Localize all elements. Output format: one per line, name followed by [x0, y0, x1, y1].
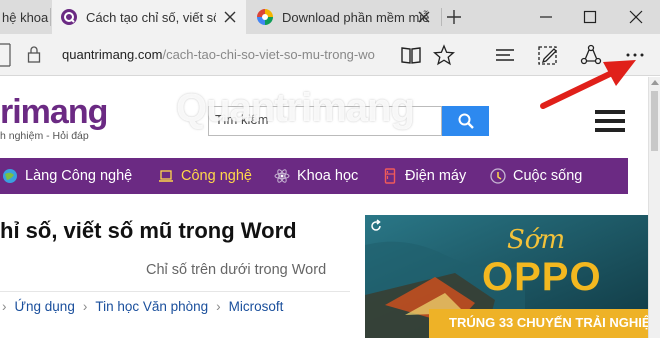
- new-tab-icon[interactable]: [446, 9, 462, 25]
- nav-label: Khoa học: [297, 168, 359, 184]
- browser-window: hệ khoa Cách tạo chỉ số, viết số Downloa…: [0, 0, 660, 338]
- download-site-favicon-icon: [257, 9, 273, 25]
- nav-item-khoa-hoc[interactable]: Khoa học: [274, 158, 358, 194]
- close-icon[interactable]: [416, 9, 432, 25]
- breadcrumb-link[interactable]: Tin học Văn phòng: [95, 299, 208, 314]
- tab-label: Download phần mềm miễ: [282, 9, 430, 25]
- ad-refresh-icon[interactable]: [369, 219, 383, 233]
- globe-icon: [3, 169, 17, 183]
- search-icon: [458, 113, 474, 129]
- nav-item-cong-nghe[interactable]: Công nghệ: [158, 158, 252, 194]
- tab-label: Cách tạo chỉ số, viết số: [86, 9, 216, 25]
- site-tagline: h nghiệm - Hỏi đáp: [0, 130, 89, 142]
- menu-hamburger-icon[interactable]: [595, 110, 625, 132]
- category-nav: Làng Công nghệ Công nghệ Khoa học Điện m…: [0, 158, 628, 194]
- article-subtitle: Chỉ số trên dưới trong Word: [146, 262, 327, 278]
- close-icon[interactable]: [222, 9, 238, 25]
- nav-label: Cuộc sống: [513, 168, 583, 184]
- ad-strip-text: TRÚNG 33 CHUYẾN TRẢI NGHIỆM: [449, 315, 648, 330]
- laptop-icon: [159, 170, 173, 182]
- fridge-icon: [384, 168, 396, 184]
- ad-script-text: Sớm: [507, 225, 566, 255]
- tab-bar: hệ khoa Cách tạo chỉ số, viết số Downloa…: [0, 0, 660, 34]
- nav-label: Làng Công nghệ: [25, 168, 133, 184]
- nav-item-lang-cong-nghe[interactable]: Làng Công nghệ: [2, 158, 132, 194]
- breadcrumb-link[interactable]: Ứng dụng: [15, 299, 75, 314]
- tab-separator: [441, 8, 442, 26]
- minimize-icon[interactable]: [538, 9, 554, 25]
- favorite-star-icon[interactable]: [433, 44, 455, 66]
- lock-icon[interactable]: [27, 45, 41, 63]
- ad-brand: OPPO: [482, 255, 602, 299]
- address-bar: quantrimang.com/cach-tao-chi-so-viet-so-…: [0, 34, 660, 76]
- breadcrumb-link[interactable]: Microsoft: [229, 299, 284, 314]
- nav-label: Công nghệ: [181, 168, 252, 184]
- breadcrumb-separator-icon: ›: [2, 299, 7, 314]
- scroll-up-icon[interactable]: [651, 80, 659, 85]
- url-domain: quantrimang.com: [62, 47, 163, 62]
- share-icon[interactable]: [580, 44, 602, 66]
- search-button[interactable]: [442, 106, 489, 136]
- more-options-icon[interactable]: [624, 44, 646, 66]
- quantrimang-favicon-icon: [61, 9, 77, 25]
- web-note-icon[interactable]: [537, 44, 559, 66]
- url-field[interactable]: quantrimang.com/cach-tao-chi-so-viet-so-…: [62, 47, 392, 62]
- breadcrumb-separator-icon: ›: [216, 299, 221, 314]
- nav-label: Điện máy: [405, 168, 467, 184]
- reading-edge-icon: [0, 43, 11, 67]
- vertical-scrollbar[interactable]: [648, 77, 660, 338]
- article-title: hỉ số, viết số mũ trong Word: [0, 218, 297, 243]
- tab-label: hệ khoa: [2, 9, 49, 25]
- nav-item-dien-may[interactable]: Điện máy: [382, 158, 466, 194]
- watermark-logo: Quantrimang: [176, 86, 415, 130]
- close-window-icon[interactable]: [628, 9, 644, 25]
- reading-view-icon[interactable]: [400, 44, 422, 66]
- hub-icon[interactable]: [494, 44, 516, 66]
- site-logo[interactable]: rimang: [0, 93, 108, 132]
- scroll-thumb[interactable]: [651, 91, 658, 151]
- tab-separator: [50, 8, 51, 26]
- life-icon: [490, 168, 506, 184]
- atom-icon: [274, 169, 290, 183]
- tab-download[interactable]: Download phần mềm miễ: [248, 0, 440, 34]
- nav-item-cuoc-song[interactable]: Cuộc sống: [490, 158, 582, 194]
- tab-previous[interactable]: hệ khoa: [0, 0, 50, 34]
- divider: [0, 291, 350, 292]
- breadcrumb-separator-icon: ›: [82, 299, 88, 314]
- url-path: /cach-tao-chi-so-viet-so-mu-trong-wo: [162, 47, 375, 62]
- maximize-icon[interactable]: [582, 9, 598, 25]
- breadcrumb: › Ứng dụng › Tin học Văn phòng › Microsoft: [0, 299, 283, 314]
- advertisement-banner[interactable]: Sớm OPPO TRÚNG 33 CHUYẾN TRẢI NGHIỆM: [365, 215, 648, 338]
- tab-active[interactable]: Cách tạo chỉ số, viết số: [52, 0, 246, 34]
